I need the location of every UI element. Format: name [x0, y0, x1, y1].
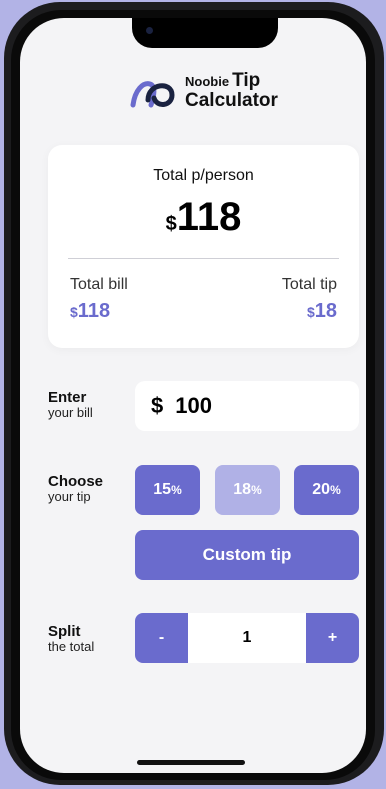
tip-20-unit: % — [330, 483, 341, 497]
split-stepper: - 1 + — [135, 613, 359, 663]
split-label-sub: the total — [48, 639, 95, 654]
notch — [132, 18, 278, 48]
bill-label-sub: your bill — [48, 405, 93, 420]
tip-18-value: 18 — [233, 481, 252, 498]
tip-20-value: 20 — [312, 481, 331, 498]
custom-tip-button[interactable]: Custom tip — [135, 530, 359, 580]
total-tip-amount: $18 — [307, 300, 337, 323]
tip-15-value: 15 — [153, 481, 172, 498]
bill-label-strong: Enter — [48, 389, 87, 406]
per-person-label: Total p/person — [153, 167, 254, 184]
tip-label-sub: your tip — [48, 489, 91, 504]
camera-icon — [146, 27, 153, 34]
bill-input[interactable] — [175, 393, 336, 419]
per-person-total: $118 — [48, 195, 359, 240]
tip-row-label: Choose your tip — [48, 474, 103, 503]
bill-row-label: Enter your bill — [48, 390, 93, 419]
total-tip-value: 18 — [314, 300, 337, 322]
logo-small-text: Noobie — [185, 74, 230, 89]
split-label-strong: Split — [48, 623, 81, 640]
app-screen: Noobie Tip Calculator Total p/person $118… — [20, 18, 366, 773]
total-bill-currency: $ — [70, 304, 78, 320]
bill-currency: $ — [151, 393, 164, 418]
tip-18-button[interactable]: 18% — [215, 465, 280, 515]
split-increment-button[interactable]: + — [306, 613, 359, 663]
total-bill-amount: $118 — [70, 300, 110, 323]
total-bill-value: 118 — [77, 300, 111, 322]
split-value: 1 — [242, 629, 252, 646]
tip-label-strong: Choose — [48, 473, 104, 490]
total-tip-currency: $ — [306, 304, 315, 320]
per-person-value: 118 — [176, 195, 242, 239]
divider — [68, 258, 339, 259]
bill-field[interactable]: $ — [135, 381, 359, 431]
per-person-currency: $ — [165, 213, 177, 235]
split-row-label: Split the total — [48, 624, 94, 653]
total-bill-label: Total bill — [70, 276, 128, 293]
home-indicator — [137, 760, 245, 765]
total-tip-label: Total tip — [281, 276, 337, 293]
noobie-logo-icon — [130, 81, 175, 108]
summary-card: Total p/person $118 Total bill $118 Tota… — [48, 145, 359, 348]
logo-tip-text: Tip — [232, 70, 261, 91]
split-decrement-button[interactable]: - — [135, 613, 188, 663]
tip-15-unit: % — [171, 483, 182, 497]
logo-calculator-text: Calculator — [185, 90, 278, 111]
tip-18-unit: % — [251, 483, 262, 497]
tip-20-button[interactable]: 20% — [294, 465, 359, 515]
logo-title: Noobie Tip — [185, 70, 260, 92]
tip-15-button[interactable]: 15% — [135, 465, 200, 515]
